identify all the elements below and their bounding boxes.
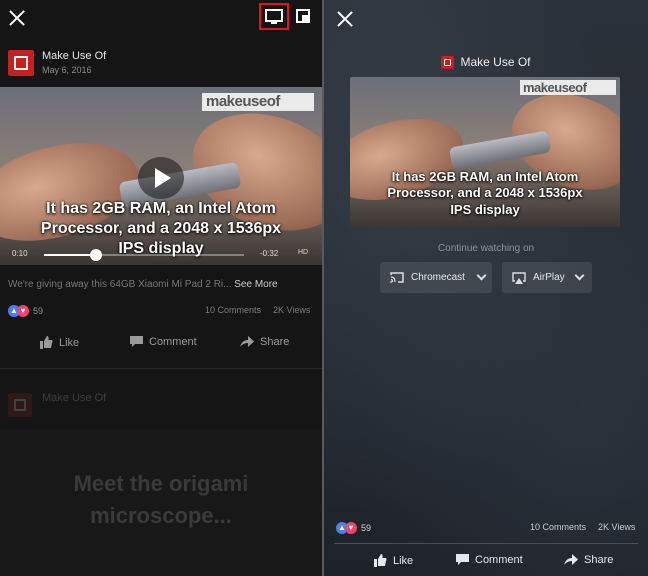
post-text: We're giving away this 64GB Xiaomi Mi Pa… [8,279,278,290]
next-post-video[interactable]: Meet the origami microscope... [0,430,322,576]
reactions-summary[interactable]: ▲ ♥ 59 [8,305,43,317]
reactions-count: 59 [33,306,44,316]
time-elapsed: 0:10 [12,249,28,258]
views-count: 2K Views [273,305,311,315]
picture-in-picture-icon[interactable] [296,9,310,23]
next-post-page-name[interactable]: Make Use Of [42,392,106,404]
page-header: Make Use Of [324,55,648,69]
chromecast-button[interactable]: Chromecast [380,262,492,293]
like-icon [40,336,53,349]
tv-cast-icon [265,9,283,24]
love-reaction-icon: ♥ [345,522,357,534]
continue-watching-label: Continue watching on [437,243,535,254]
page-avatar[interactable] [441,55,455,69]
scrubber-handle[interactable] [90,249,102,261]
close-icon[interactable] [8,9,26,27]
comment-button[interactable]: Comment [456,554,523,566]
comment-label: Comment [149,336,197,348]
like-icon [374,554,387,567]
comment-button[interactable]: Comment [130,336,197,348]
video-caption: It has 2GB RAM, an Intel Atom Processor,… [350,169,620,218]
caption-line: IPS display [450,201,520,217]
reactions-summary[interactable]: ▲ ♥ 59 [336,522,371,534]
actions-divider [334,543,638,544]
see-more-link[interactable]: See More [234,279,277,290]
caption-line: It has 2GB RAM, an Intel Atom [391,169,579,184]
scrubber-track[interactable] [44,249,244,261]
play-icon[interactable] [138,157,184,199]
watermark: makeuseof [520,80,616,95]
comment-icon [130,336,143,347]
share-button[interactable]: Share [240,336,289,348]
share-icon [564,554,578,565]
scrubber-fill [44,254,96,256]
comment-label: Comment [475,554,523,566]
page-name[interactable]: Make Use Of [42,50,106,62]
page-name[interactable]: Make Use Of [460,55,530,69]
like-label: Like [59,336,80,349]
video-player[interactable]: makeuseof It has 2GB RAM, an Intel Atom … [0,87,322,265]
hd-badge[interactable]: HD [298,249,308,256]
like-label: Like [393,554,414,567]
share-label: Share [584,554,614,566]
close-icon[interactable] [336,10,354,28]
like-button[interactable]: Like [40,336,79,349]
title-line: microscope... [90,502,232,528]
caption-line: It has 2GB RAM, an Intel Atom [46,200,276,217]
airplay-label: AirPlay [533,272,565,283]
reactions-count: 59 [361,523,372,533]
tv-cast-button[interactable] [259,3,289,30]
post-text-body: We're giving away this 64GB Xiaomi Mi Pa… [8,279,232,290]
next-post-avatar[interactable] [8,393,32,417]
caption-line: Processor, and a 2048 x 1536px [387,185,583,201]
share-button[interactable]: Share [564,554,613,566]
chevron-down-icon [476,270,487,281]
comment-icon [456,554,469,565]
caption-line: Processor, and a 2048 x 1536px [40,220,282,237]
left-video-panel: Make Use Of May 6, 2016 makeuseof It has… [0,0,322,576]
time-remaining: -0:32 [260,249,279,258]
comments-count[interactable]: 10 Comments [205,305,261,315]
love-reaction-icon: ♥ [17,305,29,317]
chevron-down-icon [574,270,585,281]
like-button[interactable]: Like [374,554,413,567]
airplay-button[interactable]: AirPlay [502,262,592,293]
share-label: Share [260,336,290,348]
chromecast-label: Chromecast [411,272,465,283]
watermark: makeuseof [202,93,314,111]
views-count: 2K Views [598,522,636,532]
title-line: Meet the origami [73,471,249,496]
next-post-title: Meet the origami microscope... [0,468,322,532]
post-divider [0,368,322,369]
airplay-icon [512,271,526,284]
share-icon [240,336,254,347]
post-date: May 6, 2016 [42,65,92,75]
video-thumbnail[interactable]: makeuseof It has 2GB RAM, an Intel Atom … [350,77,620,227]
comments-count[interactable]: 10 Comments [530,522,586,532]
chromecast-icon [390,272,404,283]
page-avatar[interactable] [8,50,34,76]
right-cast-panel: Make Use Of makeuseof It has 2GB RAM, an… [324,0,648,576]
